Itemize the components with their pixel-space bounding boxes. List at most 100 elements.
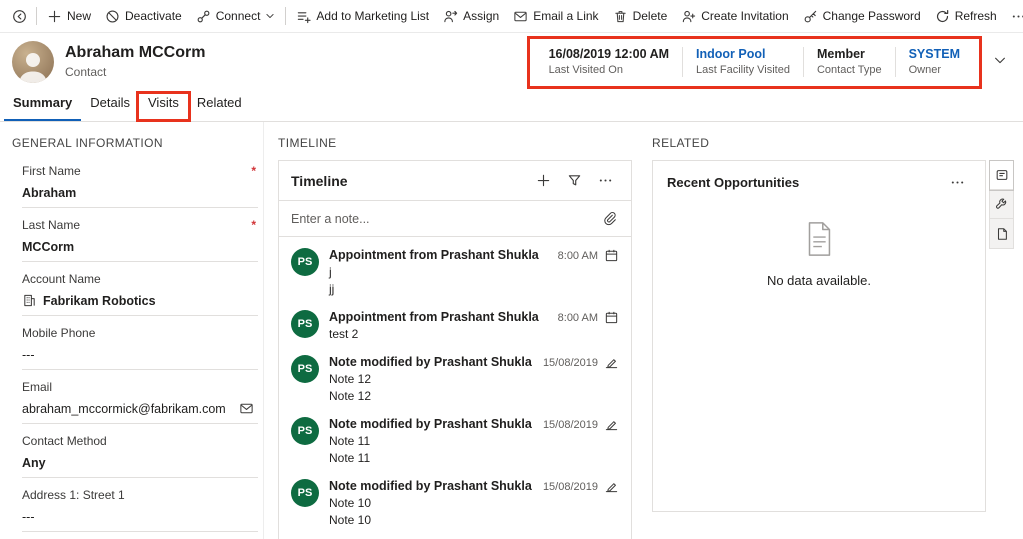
field-contact-method[interactable]: Contact Method Any (22, 424, 258, 478)
command-label: Connect (215, 9, 261, 23)
related-section-title: RELATED (652, 136, 710, 150)
timeline-section: TIMELINE Timeline Enter a note... PS App… (278, 136, 632, 539)
contact-avatar[interactable] (12, 40, 54, 83)
header-field-label: Contact Type (816, 64, 882, 76)
timeline-item[interactable]: PS Note modified by Prashant Shukla Note 1… (279, 406, 631, 468)
record-entity-type: Contact (65, 65, 107, 79)
timeline-item-title: Appointment from Prashant Shukla (329, 310, 539, 324)
timeline-actions (530, 170, 619, 191)
related-panel-strip (989, 160, 1014, 249)
timeline-item-body: Appointment from Prashant Shukla test 2 (329, 310, 550, 341)
wrench-icon (995, 197, 1009, 211)
header-field-label: Owner (908, 64, 941, 76)
timeline-item-body: Appointment from Prashant Shukla j jj (329, 248, 550, 296)
header-field-value[interactable]: SYSTEM (909, 47, 960, 61)
field-last-name[interactable]: Last Name * MCCorm (22, 208, 258, 262)
empty-state-text: No data available. (766, 273, 872, 288)
header-collapse-button[interactable] (989, 49, 1011, 74)
chevron-down-icon (265, 11, 275, 21)
header-field-label: Last Facility Visited (696, 64, 790, 76)
field-account-name[interactable]: Account Name Fabrikam Robotics (22, 262, 258, 316)
tab-details[interactable]: Details (81, 95, 139, 121)
field-value: MCCorm (22, 239, 75, 254)
assign-icon (443, 9, 458, 24)
attach-file-button[interactable] (600, 209, 619, 228)
command-label: Refresh (954, 9, 997, 23)
field-address-1-street-2[interactable]: Address 1: Street 2 (22, 532, 258, 539)
note-icon (604, 417, 619, 432)
timeline-filter-button[interactable] (561, 170, 588, 191)
field-value: Fabrikam Robotics (43, 293, 156, 308)
timeline-add-button[interactable] (530, 170, 557, 191)
panel-document-button[interactable] (990, 219, 1013, 248)
header-field-owner: SYSTEM Owner (896, 47, 973, 76)
command-new[interactable]: New (40, 2, 98, 30)
timeline-item-line: Note 11 (329, 451, 371, 465)
email-icon (239, 401, 254, 416)
field-address-1-street-1[interactable]: Address 1: Street 1 --- (22, 478, 258, 532)
field-mobile-phone[interactable]: Mobile Phone --- (22, 316, 258, 370)
command-email-a-link[interactable]: Email a Link (506, 2, 605, 30)
recent-opportunities-header: Recent Opportunities (653, 161, 985, 204)
command-more-commands[interactable] (1004, 2, 1023, 30)
command-connect[interactable]: Connect (189, 2, 283, 30)
timeline-item[interactable]: PS Note modified by Prashant Shukla Note 1… (279, 344, 631, 406)
header-field-last-visited-on: 16/08/2019 12:00 AM Last Visited On (536, 47, 682, 76)
timeline-item[interactable]: PS Appointment from Prashant Shukla test 2… (279, 299, 631, 344)
document-icon (800, 220, 838, 258)
dynamics-contact-page: New Deactivate Connect Add to Marketing Lis… (0, 0, 1023, 539)
command-deactivate[interactable]: Deactivate (98, 2, 189, 30)
field-first-name[interactable]: First Name * Abraham (22, 154, 258, 208)
timeline-item-title: Note modified by Prashant Shukla (329, 417, 532, 431)
panel-tools-button[interactable] (990, 190, 1013, 219)
related-section: RELATED Recent Opportunities No data ava… (652, 136, 986, 512)
recent-opportunities-title: Recent Opportunities (667, 175, 800, 190)
timeline-item-meta: 15/08/2019 (543, 355, 619, 403)
field-label: First Name (22, 164, 81, 178)
timeline-more-button[interactable] (592, 170, 619, 191)
header-field-value: 16/08/2019 12:00 AM (548, 47, 670, 61)
timeline-title: Timeline (291, 172, 348, 189)
avatar-initials: PS (291, 355, 319, 383)
timeline-item-line: Note 12 (329, 372, 372, 386)
record-header: Abraham MCCorm Contact 16/08/2019 12:00 … (0, 33, 1023, 90)
tab-summary[interactable]: Summary (4, 95, 82, 121)
timeline-item-timestamp: 15/08/2019 (542, 419, 598, 431)
command-add-to-marketing-list[interactable]: Add to Marketing List (289, 2, 436, 30)
recent-opportunities-more-button[interactable] (944, 173, 971, 192)
general-information-section: GENERAL INFORMATION First Name * Abraham La… (12, 136, 258, 539)
command-label: Add to Marketing List (316, 9, 430, 23)
timeline-item[interactable]: PS Note modified by Prashant Shukla Note 1… (279, 468, 631, 530)
command-label: Assign (463, 9, 500, 23)
command-create-invitation[interactable]: Create Invitation (674, 2, 795, 30)
note-input[interactable] (291, 211, 600, 226)
timeline-item-meta: 15/08/2019 (543, 417, 619, 465)
plus-icon (536, 173, 551, 188)
field-label: Last Name (22, 218, 81, 232)
note-icon (604, 355, 619, 370)
command-refresh[interactable]: Refresh (928, 2, 1004, 30)
header-field-contact-type: Member Contact Type (804, 47, 895, 76)
field-value: Any (22, 455, 46, 470)
field-value: abraham_mccormick@fabrikam.com (22, 401, 226, 416)
command-change-password[interactable]: Change Password (796, 2, 928, 30)
command-label: Deactivate (125, 9, 182, 23)
timeline-item[interactable]: PS Appointment from Prashant Shukla j jj 8:0… (279, 237, 631, 299)
more-icon (950, 175, 965, 190)
record-set-navigator-icon (12, 9, 27, 24)
required-asterisk: * (251, 164, 256, 178)
avatar-initials: PS (291, 417, 319, 445)
tab-related[interactable]: Related (188, 95, 251, 121)
timeline-item-line: j (329, 265, 332, 279)
command-delete[interactable]: Delete (606, 2, 675, 30)
field-email[interactable]: Email abraham_mccormick@fabrikam.com (22, 370, 258, 424)
header-field-label: Last Visited On (548, 64, 623, 76)
header-field-value[interactable]: Indoor Pool (696, 47, 790, 61)
command-assign[interactable]: Assign (436, 2, 506, 30)
record-set-navigator-button[interactable] (6, 2, 33, 30)
timeline-item-meta: 8:00 AM (558, 310, 619, 341)
tab-visits[interactable]: Visits (139, 95, 188, 121)
timeline-item[interactable]: PSNote modified by Prashant ShuklaNote 9… (279, 530, 631, 539)
command-bar: New Deactivate Connect Add to Marketing Lis… (0, 0, 1023, 33)
panel-form-button[interactable] (989, 160, 1014, 191)
